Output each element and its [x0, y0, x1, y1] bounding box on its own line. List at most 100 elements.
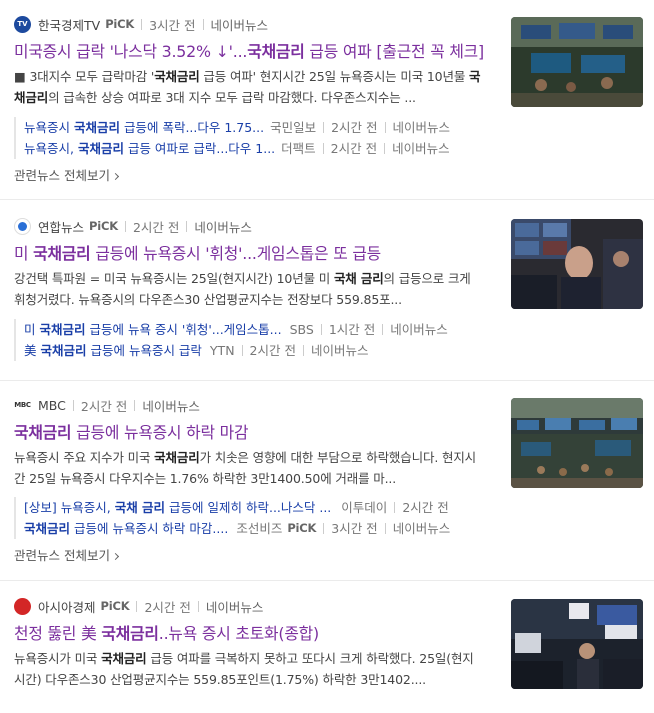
pick-badge: PiCK [89, 219, 118, 233]
related-news-item: 뉴욕증시, 국채금리 급등 여파로 급락...다우 1... 더팩트 2시간 전 네… [24, 138, 484, 159]
related-news-item: 국채금리 급등에 뉴욕증시 하락 마감.... 조선비즈 PiCK 3시간 전 네이버… [24, 518, 484, 539]
press-info: 아시아경제 PiCK 2시간 전 네이버뉴스 [14, 597, 263, 615]
title-text: 급등에 뉴욕증시 '휘청'...게임스톱은 또 급등 [90, 244, 382, 263]
press-name[interactable]: 연합뉴스 [38, 217, 84, 236]
separator [136, 600, 138, 612]
title-text: 미 [14, 244, 34, 263]
naver-news-link[interactable]: 네이버뉴스 [194, 217, 252, 236]
naver-news-link[interactable]: 네이버뉴스 [206, 597, 264, 616]
title-keyword: 국채금리 [101, 624, 159, 643]
news-time: 2시간 전 [132, 219, 180, 235]
related-news-item: 미 국채금리 급등에 뉴욕 증시 '휘청'...게임스톱... SBS 1시간 전… [24, 319, 484, 340]
separator [197, 600, 199, 612]
related-time: 2시간 전 [330, 141, 378, 156]
desc-text: 뉴욕증시가 미국 [14, 651, 102, 666]
pick-badge: PiCK [105, 17, 135, 31]
related-news-title[interactable]: 국채금리 급등에 뉴욕증시 하락 마감.... [24, 518, 228, 539]
separator [384, 143, 386, 154]
separator [384, 122, 386, 133]
news-description[interactable]: 뉴욕증시가 미국 국채금리 급등 여파를 극복하지 못하고 또다시 크게 하락했… [14, 648, 484, 690]
press-logo-icon[interactable]: MBC [14, 396, 31, 414]
news-description[interactable]: ■ 3대지수 모두 급락마감 '국채금리 급등 여파' 현지시간 25일 뉴욕증… [14, 66, 484, 108]
news-thumbnail[interactable] [511, 599, 643, 689]
news-title-link[interactable]: 미 국채금리 급등에 뉴욕증시 '휘청'...게임스톱은 또 급등 [14, 242, 484, 266]
naver-news-link[interactable]: 네이버뉴스 [311, 340, 369, 361]
naver-news-link[interactable]: 네이버뉴스 [142, 396, 200, 415]
separator [141, 18, 143, 30]
desc-keyword: 국채금리 [154, 450, 200, 465]
press-logo-icon[interactable] [14, 217, 31, 235]
more-label: 관련뉴스 전체보기 [14, 548, 110, 563]
naver-news-link[interactable]: 네이버뉴스 [211, 15, 269, 34]
news-thumbnail[interactable] [511, 17, 643, 107]
news-title-link[interactable]: 미국증시 급락 '나스닥 3.52% ↓'...국채금리 급등 여파 [출근전 … [14, 40, 484, 64]
desc-keyword: 국채 금리 [333, 271, 384, 286]
press-info: TV 한국경제TV PiCK 3시간 전 네이버뉴스 [14, 15, 268, 33]
separator [384, 523, 386, 534]
news-thumbnail[interactable] [511, 398, 643, 488]
related-time: 2시간 전 [249, 343, 296, 358]
news-results-list: TV 한국경제TV PiCK 3시간 전 네이버뉴스 미국증시 급락 '나스닥 … [0, 0, 654, 713]
news-title-link[interactable]: 국채금리 급등에 뉴욕증시 하락 마감 [14, 421, 484, 445]
related-press[interactable]: 조선비즈 [236, 518, 282, 539]
related-press[interactable]: 이투데이 [341, 497, 387, 518]
news-thumbnail[interactable] [511, 219, 643, 309]
separator [302, 345, 304, 356]
related-news-item: 뉴욕증시 국채금리 급등에 폭락...다우 1.75... 국민일보 2시간 전 네… [24, 117, 484, 138]
title-keyword: 국채금리 [247, 42, 305, 61]
related-time: 3시간 전 [331, 521, 378, 536]
press-name[interactable]: 아시아경제 [38, 597, 96, 616]
related-press[interactable]: 더팩트 [281, 138, 316, 159]
related-news-item: [상보] 뉴욕증시, 국채 금리 급등에 일제히 하락...나스닥 ... 이투… [24, 497, 484, 518]
desc-keyword: 국채금리 [154, 69, 200, 84]
pick-badge: PiCK [100, 599, 130, 613]
related-news-title[interactable]: 뉴욕증시 국채금리 급등에 폭락...다우 1.75... [24, 117, 264, 138]
title-text: 급등 여파 [출근전 꼭 체크] [304, 42, 484, 61]
related-news-title[interactable]: [상보] 뉴욕증시, 국채 금리 급등에 일제히 하락...나스닥 ... [24, 497, 331, 518]
press-logo-icon[interactable]: TV [14, 15, 31, 33]
desc-text: 의 급속한 상승 여파로 3대 지수 모두 급락 마감했다. 다우존스지수는 .… [48, 90, 416, 105]
more-label: 관련뉴스 전체보기 [14, 168, 110, 183]
press-info: 연합뉴스 PiCK 2시간 전 네이버뉴스 [14, 217, 252, 235]
related-news-title[interactable]: 미 국채금리 급등에 뉴욕 증시 '휘청'...게임스톱... [24, 319, 282, 340]
related-news-title[interactable]: 美 국채금리 급등에 뉴욕증시 급락 [24, 340, 202, 361]
naver-news-link[interactable]: 네이버뉴스 [393, 518, 451, 539]
desc-text: 급등 여파' 현지시간 25일 뉴욕증시는 미국 10년물 [199, 69, 469, 84]
separator [186, 220, 188, 232]
separator [394, 502, 396, 513]
news-time: 3시간 전 [149, 17, 196, 33]
naver-news-link[interactable]: 네이버뉴스 [390, 319, 448, 340]
news-description[interactable]: 강건택 특파원 = 미국 뉴욕증시는 25일(현지시간) 10년물 미 국채 금… [14, 268, 484, 310]
press-info: MBC MBC 2시간 전 네이버뉴스 [14, 396, 200, 414]
divider [0, 199, 654, 200]
desc-text: ■ 3대지수 모두 급락마감 ' [14, 69, 155, 84]
naver-news-link[interactable]: 네이버뉴스 [393, 117, 451, 138]
separator [124, 220, 126, 232]
related-news-more-link[interactable]: 관련뉴스 전체보기 [14, 167, 120, 185]
related-news-more-link[interactable]: 관련뉴스 전체보기 [14, 547, 120, 565]
title-text: ..뉴욕 증시 초토화(종합) [158, 624, 319, 643]
related-press[interactable]: SBS [290, 319, 314, 340]
title-keyword: 국채금리 [33, 244, 91, 263]
title-keyword: 국채금리 [14, 423, 72, 442]
naver-news-link[interactable]: 네이버뉴스 [392, 138, 450, 159]
related-news-title[interactable]: 뉴욕증시, 국채금리 급등 여파로 급락...다우 1... [24, 138, 275, 159]
press-logo-icon[interactable] [14, 597, 31, 615]
desc-text: 강건택 특파원 = 미국 뉴욕증시는 25일(현지시간) 10년물 미 [14, 271, 334, 286]
divider [0, 580, 654, 581]
news-title-link[interactable]: 천정 뚫린 美 국채금리..뉴욕 증시 초토화(종합) [14, 622, 484, 646]
related-news-list: [상보] 뉴욕증시, 국채 금리 급등에 일제히 하락...나스닥 ... 이투… [14, 497, 484, 539]
press-name[interactable]: 한국경제TV [38, 15, 100, 34]
related-press[interactable]: YTN [210, 340, 235, 361]
separator [241, 345, 243, 356]
news-time: 2시간 전 [80, 398, 128, 414]
separator [202, 18, 204, 30]
press-name[interactable]: MBC [38, 398, 66, 413]
related-time: 2시간 전 [331, 120, 378, 135]
separator [72, 399, 74, 411]
news-description[interactable]: 뉴욕증시 주요 지수가 미국 국채금리가 치솟은 영향에 대한 부담으로 하락했… [14, 447, 484, 489]
title-text: 천정 뚫린 美 [14, 624, 102, 643]
desc-text: 뉴욕증시 주요 지수가 미국 [14, 450, 155, 465]
chevron-right-icon [111, 552, 120, 561]
related-press[interactable]: 국민일보 [270, 117, 316, 138]
